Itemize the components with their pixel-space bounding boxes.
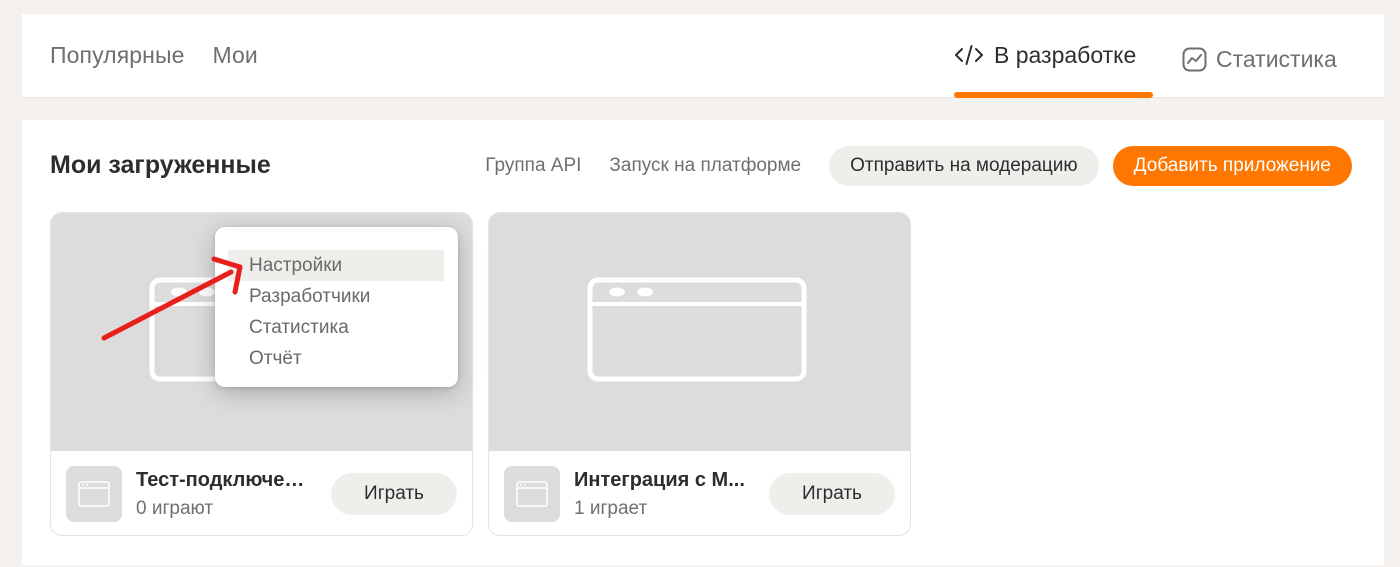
menu-item-developers[interactable]: Разработчики — [228, 281, 444, 312]
nav-link-mine[interactable]: Мои — [212, 42, 257, 69]
code-icon — [954, 44, 984, 66]
nav-link-popular[interactable]: Популярные — [50, 42, 184, 69]
platform-launch-link[interactable]: Запуск на платформе — [609, 155, 801, 177]
app-players-count: 1 играет — [574, 498, 648, 519]
app-preview[interactable] — [489, 213, 910, 451]
app-avatar — [504, 466, 560, 522]
menu-item-settings[interactable]: Настройки — [228, 250, 444, 281]
active-tab-indicator — [954, 92, 1153, 98]
app-players-count: 0 играют — [136, 498, 214, 519]
chart-icon — [1182, 47, 1207, 72]
app-name[interactable]: Тест-подключение — [136, 469, 314, 492]
window-icon — [78, 481, 110, 507]
play-button[interactable]: Играть — [331, 473, 457, 515]
app-card-footer: Интеграция с М... 1 играет Играть — [489, 451, 910, 535]
tab-in-development[interactable]: В разработке — [954, 14, 1153, 98]
window-icon — [516, 481, 548, 507]
app-card[interactable]: Интеграция с М... 1 играет Играть — [488, 212, 911, 536]
add-app-button[interactable]: Добавить приложение — [1112, 146, 1352, 186]
header-actions: Группа API Запуск на платформе Отправить… — [485, 146, 1352, 186]
tab-statistics[interactable]: Статистика — [1182, 14, 1382, 98]
tab-statistics-label: Статистика — [1216, 46, 1337, 72]
api-group-link[interactable]: Группа API — [485, 155, 581, 177]
play-button[interactable]: Играть — [769, 473, 895, 515]
app-name[interactable]: Интеграция с М... — [574, 469, 752, 492]
tab-in-development-label: В разработке — [994, 42, 1137, 68]
menu-item-statistics[interactable]: Статистика — [228, 312, 444, 343]
top-nav-panel: Популярные Мои В разработке Статистика — [22, 14, 1384, 98]
menu-item-report[interactable]: Отчёт — [228, 343, 444, 374]
send-to-moderation-button[interactable]: Отправить на модерацию — [829, 146, 1099, 186]
nav-left: Популярные Мои — [50, 42, 258, 69]
app-card-footer: Тест-подключение 0 играют Играть — [51, 451, 472, 535]
window-placeholder-icon — [587, 277, 807, 382]
app-avatar — [66, 466, 122, 522]
section-title: Мои загруженные — [50, 151, 271, 179]
context-menu: Настройки Разработчики Статистика Отчёт — [215, 227, 458, 387]
